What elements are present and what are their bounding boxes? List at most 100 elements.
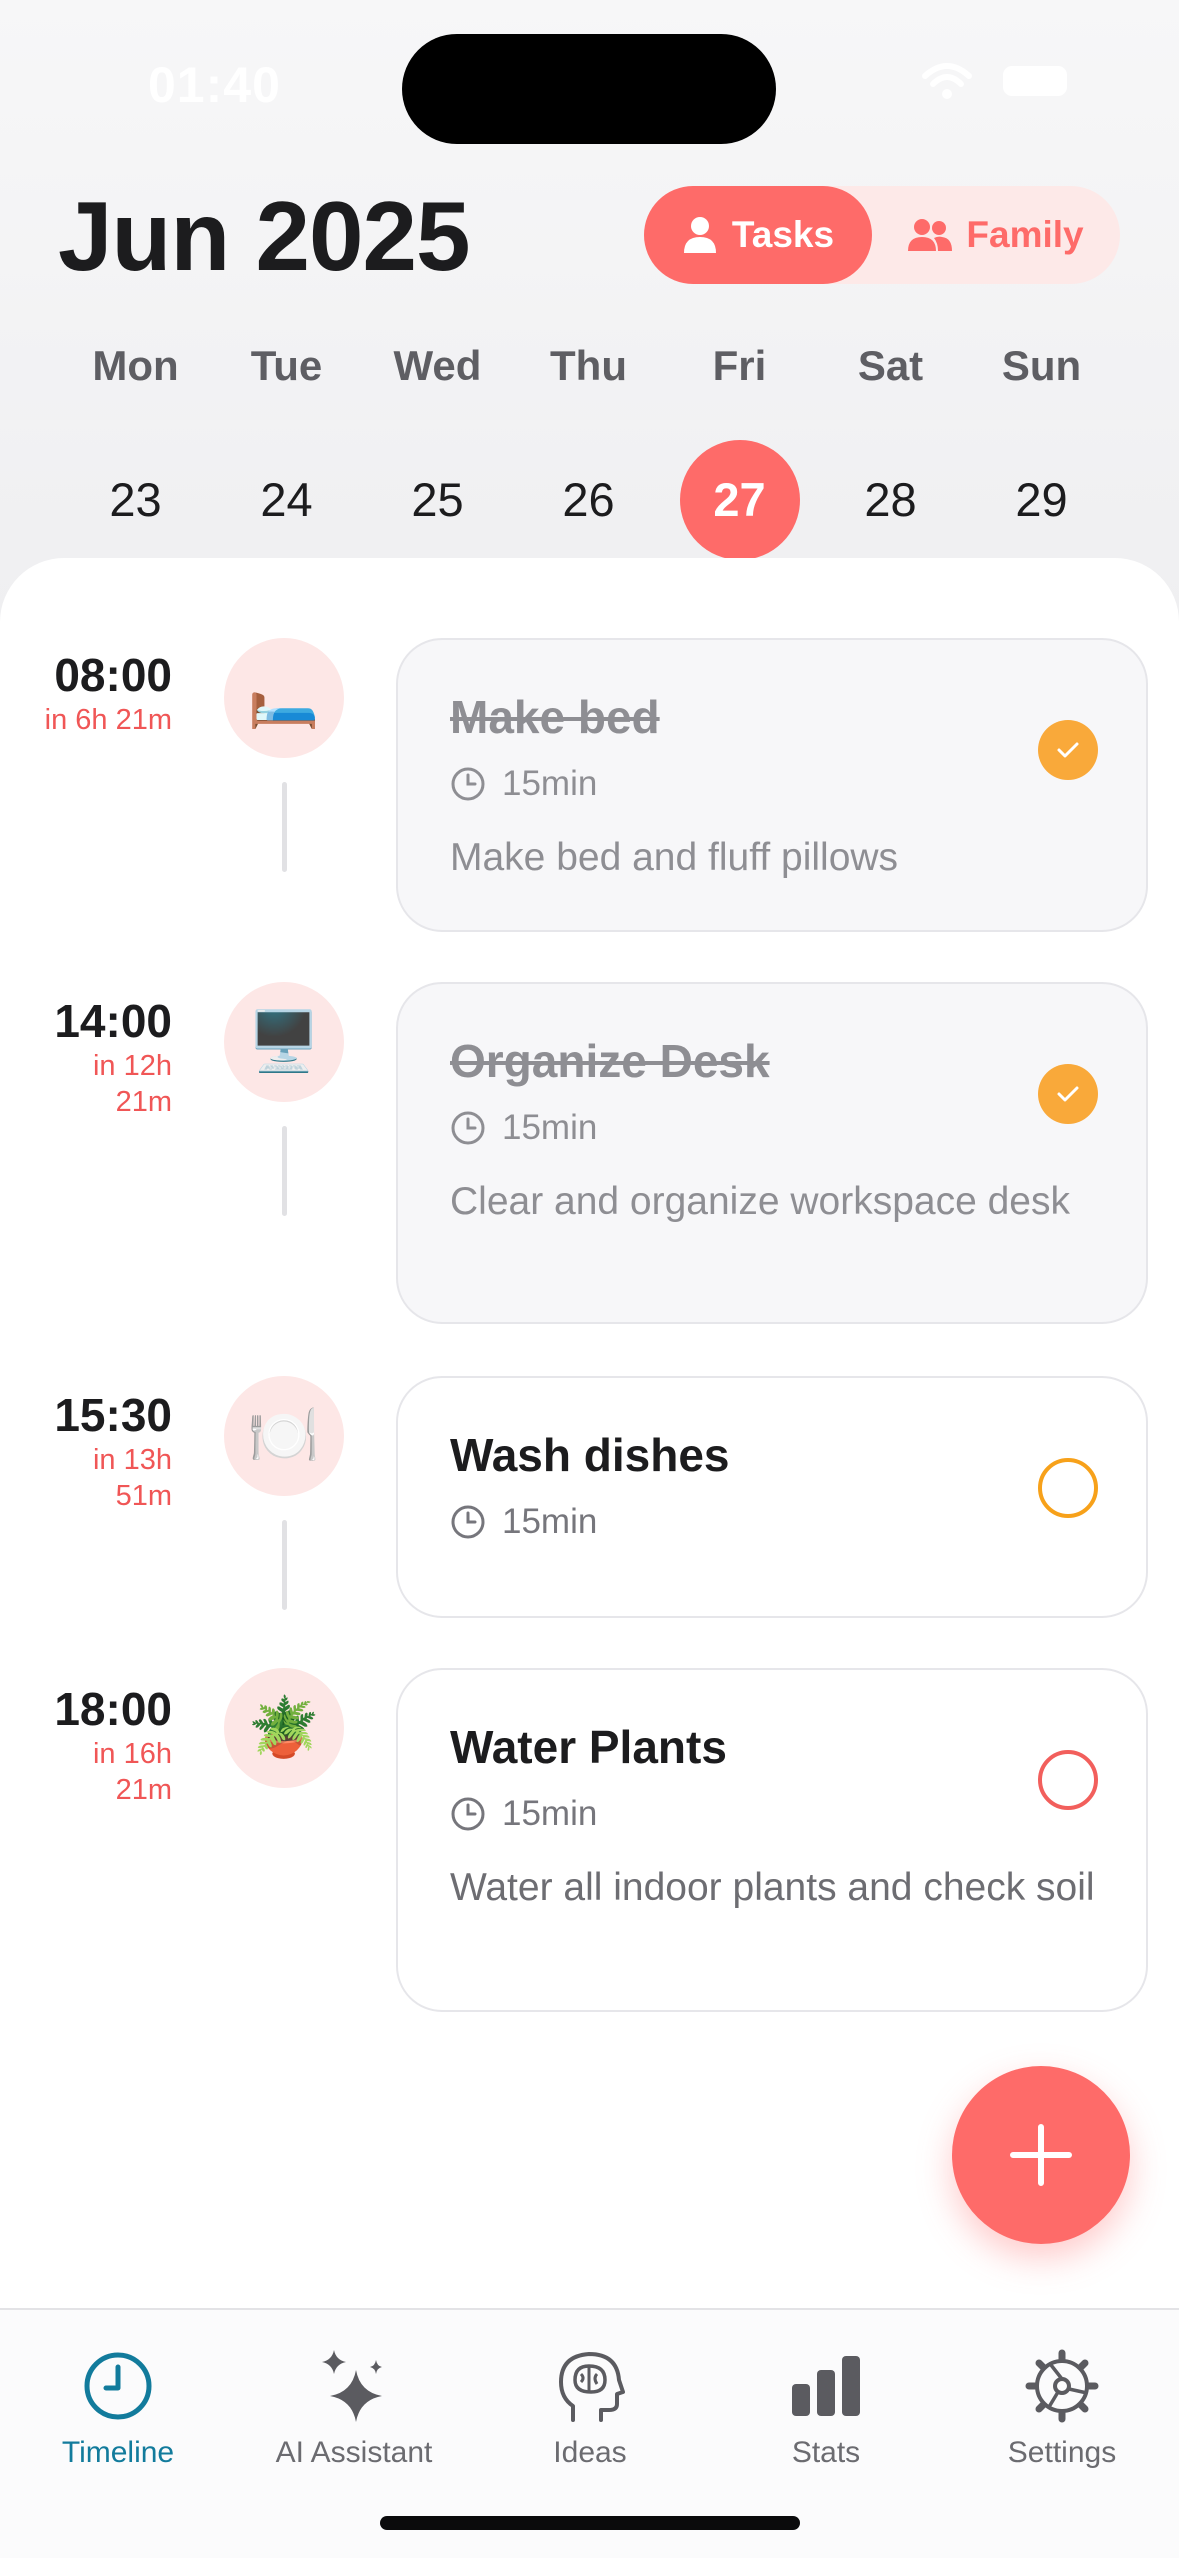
task-duration: 15min: [450, 764, 597, 804]
bed-emoji-icon: 🛏️: [224, 638, 344, 758]
tasks-tab-button[interactable]: Tasks: [644, 186, 872, 284]
tab-label: Timeline: [61, 2436, 175, 2469]
plus-icon: [1010, 2124, 1072, 2186]
day-name: Thu: [550, 342, 627, 389]
task-complete-checkbox[interactable]: [1038, 1064, 1098, 1124]
task-title: Organize Desk: [450, 1035, 770, 1087]
task-time: 15:30 in 13h 51m: [0, 1388, 172, 1514]
task-time-relative: in 16h 21m: [92, 1738, 172, 1806]
add-task-button[interactable]: [952, 2066, 1130, 2244]
day-name: Fri: [712, 342, 767, 389]
potted-plant-emoji-icon: 🪴: [224, 1668, 344, 1788]
day-name: Sun: [1001, 342, 1082, 389]
day-sun[interactable]: Sun 29: [966, 336, 1117, 560]
timeline-connector: [282, 1126, 287, 1216]
gear-icon: [1025, 2349, 1099, 2423]
task-time: 14:00 in 12h 21m: [0, 994, 172, 1120]
wifi-icon: [922, 63, 972, 99]
timeline-screen: 01:40 Jun 2025 Tasks Family Mon 23 Tue 2…: [0, 0, 1179, 2558]
task-time-value: 18:00: [54, 1683, 172, 1735]
day-number: 29: [1015, 473, 1068, 526]
day-number: 24: [260, 473, 313, 526]
month-title[interactable]: Jun 2025: [58, 180, 470, 293]
task-duration-value: 15min: [502, 764, 598, 803]
day-number: 23: [109, 473, 162, 526]
task-duration: 15min: [450, 1794, 597, 1834]
tab-label: Ideas: [553, 2436, 627, 2469]
task-time-relative: in 6h 21m: [44, 704, 172, 736]
status-icons: [921, 62, 1067, 100]
tab-ai-assistant[interactable]: AI Assistant: [236, 2346, 472, 2470]
day-tue[interactable]: Tue 24: [211, 336, 362, 560]
tab-ideas[interactable]: Ideas: [472, 2346, 708, 2470]
task-description: Water all indoor plants and check soil: [450, 1866, 1095, 1909]
day-number: 28: [864, 473, 917, 526]
task-title: Wash dishes: [450, 1429, 730, 1481]
people-icon: [908, 219, 953, 251]
day-name: Tue: [250, 342, 323, 389]
clock-small-icon: [451, 1797, 485, 1831]
tab-label: Settings: [1007, 2436, 1117, 2469]
tab-label: Stats: [791, 2436, 861, 2469]
task-duration: 15min: [450, 1502, 597, 1542]
selected-day-number: 27: [679, 440, 800, 560]
dynamic-island: [402, 34, 776, 144]
tasks-tab-label: Tasks: [731, 214, 835, 255]
day-name: Wed: [393, 342, 482, 389]
task-description: Clear and organize workspace desk: [450, 1180, 1071, 1223]
task-time-value: 14:00: [54, 995, 172, 1047]
clock-small-icon: [451, 1505, 485, 1539]
tab-settings[interactable]: Settings: [944, 2346, 1179, 2470]
task-card-make-bed[interactable]: Make bed 15min Make bed and fluff pillow…: [396, 638, 1148, 932]
task-time-value: 15:30: [54, 1389, 172, 1441]
day-name: Sat: [857, 342, 924, 389]
task-time-relative: in 13h 51m: [92, 1444, 172, 1512]
person-icon: [683, 217, 716, 253]
task-card-water-plants[interactable]: Water Plants 15min Water all indoor plan…: [396, 1668, 1148, 2012]
checkmark-icon: [1057, 742, 1079, 758]
day-sat[interactable]: Sat 28: [815, 336, 966, 560]
task-time-value: 08:00: [54, 649, 172, 701]
home-indicator: [380, 2516, 800, 2530]
day-fri-selected[interactable]: Fri 27: [664, 336, 815, 560]
tab-timeline[interactable]: Timeline: [0, 2346, 236, 2470]
task-duration-value: 15min: [502, 1108, 598, 1147]
task-duration-value: 15min: [502, 1794, 598, 1833]
sparkles-icon: [322, 2350, 382, 2422]
task-complete-checkbox[interactable]: [1038, 1750, 1098, 1810]
task-card-wash-dishes[interactable]: Wash dishes 15min: [396, 1376, 1148, 1618]
status-time: 01:40: [148, 57, 281, 113]
brain-head-icon: [559, 2352, 625, 2422]
task-time-relative: in 12h 21m: [92, 1050, 172, 1118]
day-number: 25: [411, 473, 464, 526]
day-number: 26: [562, 473, 615, 526]
week-strip: Mon 23 Tue 24 Wed 25 Thu 26 Fri 27 Sat 2…: [60, 336, 1120, 560]
bar-chart-icon: [792, 2356, 860, 2416]
task-time: 18:00 in 16h 21m: [0, 1682, 172, 1808]
day-thu[interactable]: Thu 26: [513, 336, 664, 560]
tab-stats[interactable]: Stats: [708, 2346, 944, 2470]
checkmark-icon: [1057, 1086, 1079, 1102]
view-segment-control: Tasks Family: [644, 186, 1120, 284]
day-mon[interactable]: Mon 23: [60, 336, 211, 560]
clock-small-icon: [451, 1111, 485, 1145]
task-complete-checkbox[interactable]: [1038, 1458, 1098, 1518]
task-complete-checkbox[interactable]: [1038, 720, 1098, 780]
plate-cutlery-emoji-icon: 🍽️: [224, 1376, 344, 1496]
day-wed[interactable]: Wed 25: [362, 336, 513, 560]
timeline-connector: [282, 782, 287, 872]
clock-icon: [84, 2352, 152, 2420]
desktop-computer-emoji-icon: 🖥️: [224, 982, 344, 1102]
battery-icon: [1003, 66, 1067, 96]
clock-small-icon: [451, 767, 485, 801]
task-description: Make bed and fluff pillows: [450, 836, 899, 879]
tab-label: AI Assistant: [275, 2436, 433, 2469]
task-time: 08:00 in 6h 21m: [0, 648, 172, 738]
task-title: Make bed: [450, 691, 660, 743]
day-name: Mon: [92, 342, 179, 389]
family-tab-label: Family: [966, 214, 1084, 255]
task-duration: 15min: [450, 1108, 597, 1148]
task-duration-value: 15min: [502, 1502, 598, 1541]
task-card-organize-desk[interactable]: Organize Desk 15min Clear and organize w…: [396, 982, 1148, 1324]
family-tab-button[interactable]: Family: [872, 186, 1120, 284]
